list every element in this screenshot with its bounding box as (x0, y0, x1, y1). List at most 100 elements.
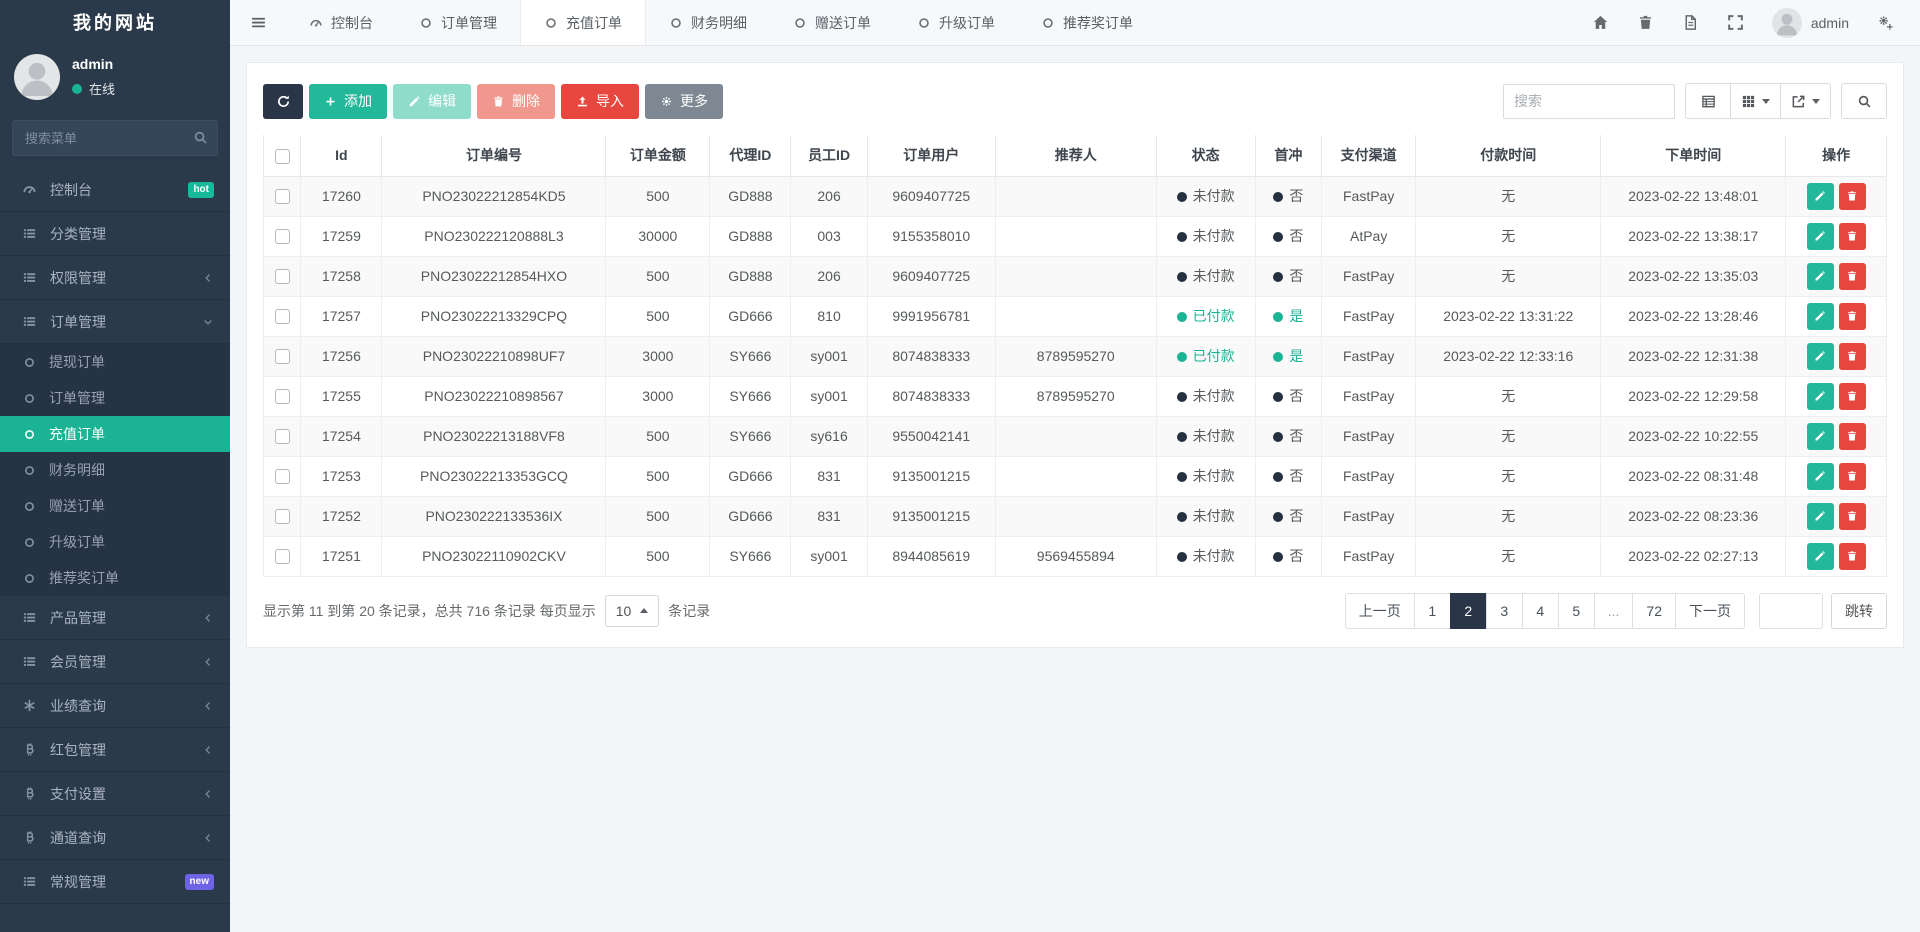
row-checkbox[interactable] (275, 189, 290, 204)
sidebar-item-8[interactable]: 支付设置 (0, 772, 230, 816)
add-button[interactable]: 添加 (309, 84, 387, 119)
row-edit-button[interactable] (1807, 463, 1834, 490)
sidebar-item-4[interactable]: 产品管理 (0, 596, 230, 640)
sidebar-item-10[interactable]: 常规管理new (0, 860, 230, 904)
row-edit-button[interactable] (1807, 263, 1834, 290)
page-prev-button[interactable]: 上一页 (1345, 593, 1415, 629)
column-header-1: 订单编号 (382, 135, 606, 176)
tab-2[interactable]: 充值订单 (520, 0, 646, 45)
jump-button[interactable]: 跳转 (1831, 593, 1887, 629)
row-checkbox[interactable] (275, 229, 290, 244)
row-checkbox[interactable] (275, 469, 290, 484)
row-edit-button[interactable] (1807, 183, 1834, 210)
bitcoin-icon (22, 830, 37, 845)
sidebar-subitem-6[interactable]: 推荐奖订单 (0, 560, 230, 596)
row-delete-button[interactable] (1839, 423, 1866, 450)
sidebar-subitem-1[interactable]: 订单管理 (0, 380, 230, 416)
row-delete-button[interactable] (1839, 383, 1866, 410)
first-charge-dot-icon (1273, 312, 1283, 322)
row-edit-button[interactable] (1807, 383, 1834, 410)
hamburger-icon[interactable] (230, 0, 286, 45)
sidebar-item-5[interactable]: 会员管理 (0, 640, 230, 684)
page-number-button[interactable]: 4 (1522, 593, 1559, 629)
row-checkbox[interactable] (275, 549, 290, 564)
online-dot-icon (72, 84, 82, 94)
row-delete-button[interactable] (1839, 503, 1866, 530)
jump-page-input[interactable] (1759, 593, 1823, 629)
row-checkbox[interactable] (275, 269, 290, 284)
row-checkbox[interactable] (275, 429, 290, 444)
row-edit-button[interactable] (1807, 423, 1834, 450)
row-checkbox-cell (264, 216, 301, 256)
row-edit-button[interactable] (1807, 543, 1834, 570)
gears-icon[interactable] (1877, 14, 1894, 31)
sidebar-item-3[interactable]: 订单管理 (0, 300, 230, 344)
page-number-button[interactable]: 1 (1414, 593, 1451, 629)
row-edit-button[interactable] (1807, 223, 1834, 250)
cell-staff_id: sy001 (791, 336, 867, 376)
table-search-input[interactable] (1503, 84, 1675, 119)
refresh-button[interactable] (263, 84, 303, 119)
row-edit-button[interactable] (1807, 503, 1834, 530)
cell-actions (1786, 256, 1887, 296)
row-delete-button[interactable] (1839, 263, 1866, 290)
select-all-checkbox[interactable] (275, 149, 290, 164)
cell-actions (1786, 296, 1887, 336)
sidebar-item-7[interactable]: 红包管理 (0, 728, 230, 772)
sidebar-subitem-2[interactable]: 充值订单 (0, 416, 230, 452)
delete-button[interactable]: 删除 (477, 84, 555, 119)
status-text: 未付款 (1193, 268, 1235, 284)
toggle-columns-button[interactable] (1685, 83, 1731, 119)
page-number-button[interactable]: 2 (1450, 593, 1487, 629)
sidebar-item-1[interactable]: 分类管理 (0, 212, 230, 256)
page-number-button[interactable]: 3 (1486, 593, 1523, 629)
page-next-button[interactable]: 下一页 (1675, 593, 1745, 629)
row-checkbox[interactable] (275, 309, 290, 324)
row-checkbox[interactable] (275, 389, 290, 404)
clear-cache-icon[interactable] (1682, 14, 1699, 31)
sidebar-item-2[interactable]: 权限管理 (0, 256, 230, 300)
tab-3[interactable]: 财务明细 (646, 0, 770, 45)
tab-5[interactable]: 升级订单 (894, 0, 1018, 45)
tab-0[interactable]: 控制台 (286, 0, 396, 45)
cell-staff_id: sy001 (791, 536, 867, 576)
menu-search (12, 120, 218, 156)
fullscreen-icon[interactable] (1727, 14, 1744, 31)
row-edit-button[interactable] (1807, 343, 1834, 370)
import-button[interactable]: 导入 (561, 84, 639, 119)
row-delete-button[interactable] (1839, 343, 1866, 370)
edit-button[interactable]: 编辑 (393, 84, 471, 119)
home-icon[interactable] (1592, 14, 1609, 31)
tab-4[interactable]: 赠送订单 (770, 0, 894, 45)
menu-search-input[interactable] (12, 120, 218, 156)
row-delete-button[interactable] (1839, 543, 1866, 570)
row-checkbox[interactable] (275, 349, 290, 364)
sidebar-item-0[interactable]: 控制台hot (0, 168, 230, 212)
row-delete-button[interactable] (1839, 223, 1866, 250)
page-number-button[interactable]: 72 (1632, 593, 1676, 629)
sidebar-item-6[interactable]: 业绩查询 (0, 684, 230, 728)
sidebar-item-9[interactable]: 通道查询 (0, 816, 230, 860)
more-button[interactable]: 更多 (645, 84, 723, 119)
cell-status: 未付款 (1156, 176, 1255, 216)
sidebar-subitem-4[interactable]: 赠送订单 (0, 488, 230, 524)
navbar-user[interactable]: admin (1772, 8, 1849, 38)
sidebar-subitem-0[interactable]: 提现订单 (0, 344, 230, 380)
sidebar-subitem-3[interactable]: 财务明细 (0, 452, 230, 488)
tab-6[interactable]: 推荐奖订单 (1018, 0, 1156, 45)
trash-icon[interactable] (1637, 14, 1654, 31)
page-size-dropdown[interactable]: 10 (605, 595, 660, 627)
export-icon (1791, 94, 1806, 109)
sidebar-subitem-5[interactable]: 升级订单 (0, 524, 230, 560)
row-delete-button[interactable] (1839, 463, 1866, 490)
row-delete-button[interactable] (1839, 303, 1866, 330)
page-number-button[interactable]: 5 (1558, 593, 1595, 629)
search-button[interactable] (1841, 83, 1887, 119)
row-checkbox[interactable] (275, 509, 290, 524)
row-delete-button[interactable] (1839, 183, 1866, 210)
tab-1[interactable]: 订单管理 (396, 0, 520, 45)
grid-view-button[interactable] (1730, 83, 1781, 119)
row-edit-button[interactable] (1807, 303, 1834, 330)
export-button[interactable] (1780, 83, 1831, 119)
first-charge-text: 否 (1289, 548, 1303, 564)
